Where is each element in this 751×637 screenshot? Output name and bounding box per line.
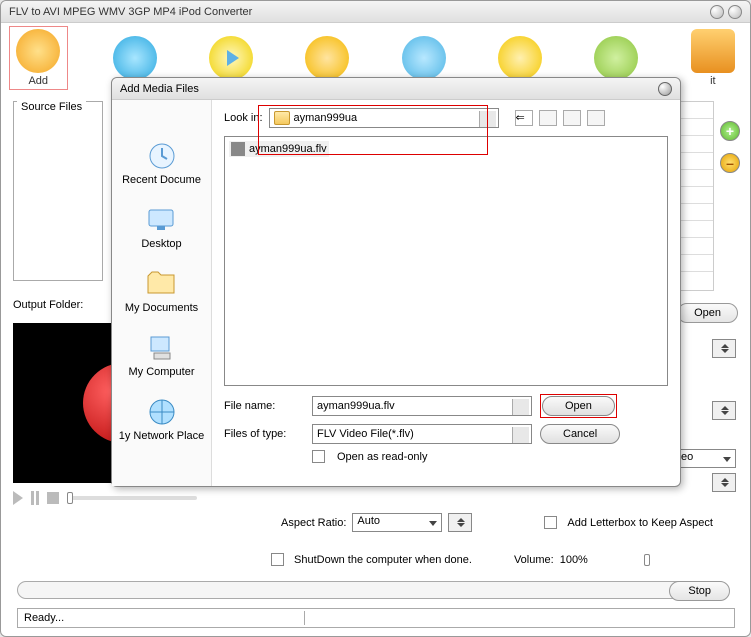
volume-label: Volume:	[514, 554, 554, 566]
main-window: FLV to AVI MPEG WMV 3GP MP4 iPod Convert…	[0, 0, 751, 637]
play-icon	[209, 36, 253, 80]
aspect-ratio-dropdown[interactable]: Auto	[352, 513, 442, 532]
desktop-icon	[145, 204, 177, 236]
titlebar: FLV to AVI MPEG WMV 3GP MP4 iPod Convert…	[1, 1, 750, 23]
look-in-combo[interactable]: ayman999ua	[269, 108, 499, 128]
dialog-title: Add Media Files	[120, 83, 658, 95]
seek-thumb[interactable]	[67, 492, 73, 504]
toolbar-play[interactable]	[202, 36, 260, 80]
folder-icon	[145, 268, 177, 300]
up-folder-button[interactable]	[539, 110, 557, 126]
shutdown-label: ShutDown the computer when done.	[294, 554, 472, 566]
toolbar-delete[interactable]	[106, 36, 164, 80]
toolbar-home[interactable]	[491, 36, 549, 80]
recent-docs-icon	[146, 140, 178, 172]
toolbar-add[interactable]: Add	[9, 26, 68, 90]
computer-icon	[146, 332, 178, 364]
sidebar-mydocs[interactable]: My Documents	[125, 268, 198, 314]
sidebar-mycomp-label: My Computer	[128, 366, 194, 378]
add-media-dialog: Add Media Files Recent Docume Desktop My…	[111, 77, 681, 487]
sidebar-network-label: 1y Network Place	[119, 430, 205, 442]
dialog-sidebar: Recent Docume Desktop My Documents My Co…	[112, 100, 212, 486]
seek-slider[interactable]	[67, 496, 197, 500]
sidebar-network[interactable]: 1y Network Place	[119, 396, 205, 442]
volume-thumb[interactable]	[644, 554, 650, 566]
stepper-3[interactable]	[712, 473, 736, 492]
transport-controls	[13, 491, 738, 505]
file-item[interactable]: ayman999ua.flv	[229, 141, 329, 157]
toolbar-add-label: Add	[28, 75, 48, 87]
sidebar-mycomp[interactable]: My Computer	[128, 332, 194, 378]
add-icon	[16, 29, 60, 73]
sidebar-mydocs-label: My Documents	[125, 302, 198, 314]
back-button[interactable]: ⇐	[515, 110, 533, 126]
window-title: FLV to AVI MPEG WMV 3GP MP4 iPod Convert…	[9, 6, 706, 18]
dialog-open-button[interactable]: Open	[542, 396, 615, 416]
video-dropdown[interactable]: eo	[676, 449, 736, 468]
letterbox-checkbox[interactable]	[544, 516, 557, 529]
trash-icon	[113, 36, 157, 80]
help-icon	[594, 36, 638, 80]
dialog-main: Look in: ayman999ua ⇐	[212, 100, 680, 486]
open-output-button[interactable]: Open	[677, 303, 738, 323]
progress-bar	[17, 581, 687, 599]
exit-label-partial: it	[710, 75, 716, 87]
letterbox-label: Add Letterbox to Keep Aspect	[567, 517, 713, 529]
dialog-titlebar: Add Media Files	[112, 78, 680, 100]
readonly-label: Open as read-only	[337, 451, 428, 463]
status-text: Ready...	[24, 612, 64, 624]
stop-conversion-button[interactable]: Stop	[669, 581, 730, 601]
source-files-list[interactable]	[13, 101, 103, 281]
minimize-button[interactable]	[710, 5, 724, 19]
flv-file-icon	[231, 142, 245, 156]
home-icon	[498, 36, 542, 80]
keys-icon	[305, 36, 349, 80]
volume-value: 100%	[560, 554, 588, 566]
source-files-label: Source Files	[17, 101, 86, 113]
aspect-ratio-value: Auto	[357, 515, 380, 527]
sidebar-recent[interactable]: Recent Docume	[122, 140, 201, 186]
toolbar-help[interactable]	[587, 36, 645, 80]
look-in-label: Look in:	[224, 112, 263, 124]
look-in-value: ayman999ua	[294, 112, 358, 124]
stepper-2[interactable]	[712, 401, 736, 420]
filename-combo[interactable]: ayman999ua.flv	[312, 396, 532, 416]
folder-small-icon	[274, 111, 290, 125]
aspect-ratio-label: Aspect Ratio:	[281, 517, 346, 529]
add-item-button[interactable]: +	[720, 121, 740, 141]
filetype-combo[interactable]: FLV Video File(*.flv)	[312, 424, 532, 444]
filename-value: ayman999ua.flv	[317, 400, 395, 412]
exit-icon	[691, 29, 735, 73]
filename-label: File name:	[224, 400, 304, 412]
aspect-stepper[interactable]	[448, 513, 472, 532]
user-icon	[402, 36, 446, 80]
toolbar-keys[interactable]	[298, 36, 356, 80]
file-list[interactable]: ayman999ua.flv	[224, 136, 668, 386]
filetype-value: FLV Video File(*.flv)	[317, 428, 414, 440]
video-dropdown-label: eo	[681, 451, 693, 463]
play-button[interactable]	[13, 491, 23, 505]
stop-button[interactable]	[47, 492, 59, 504]
dialog-cancel-button[interactable]: Cancel	[540, 424, 620, 444]
filetype-label: Files of type:	[224, 428, 304, 440]
sidebar-desktop-label: Desktop	[141, 238, 181, 250]
new-folder-button[interactable]	[563, 110, 581, 126]
readonly-checkbox[interactable]	[312, 450, 325, 463]
side-buttons: + –	[720, 121, 740, 173]
toolbar-exit[interactable]: it	[684, 29, 742, 87]
dialog-close-button[interactable]	[658, 82, 672, 96]
toolbar-user[interactable]	[395, 36, 453, 80]
sidebar-desktop[interactable]: Desktop	[141, 204, 181, 250]
shutdown-checkbox[interactable]	[271, 553, 284, 566]
sidebar-recent-label: Recent Docume	[122, 174, 201, 186]
view-menu-button[interactable]	[587, 110, 605, 126]
remove-item-button[interactable]: –	[720, 153, 740, 173]
close-button[interactable]	[728, 5, 742, 19]
status-bar: Ready...	[17, 608, 735, 628]
network-icon	[146, 396, 178, 428]
file-item-label: ayman999ua.flv	[249, 143, 327, 155]
highlight-annotation-2: Open	[540, 394, 617, 418]
pause-button[interactable]	[31, 491, 39, 505]
stepper-1[interactable]	[712, 339, 736, 358]
